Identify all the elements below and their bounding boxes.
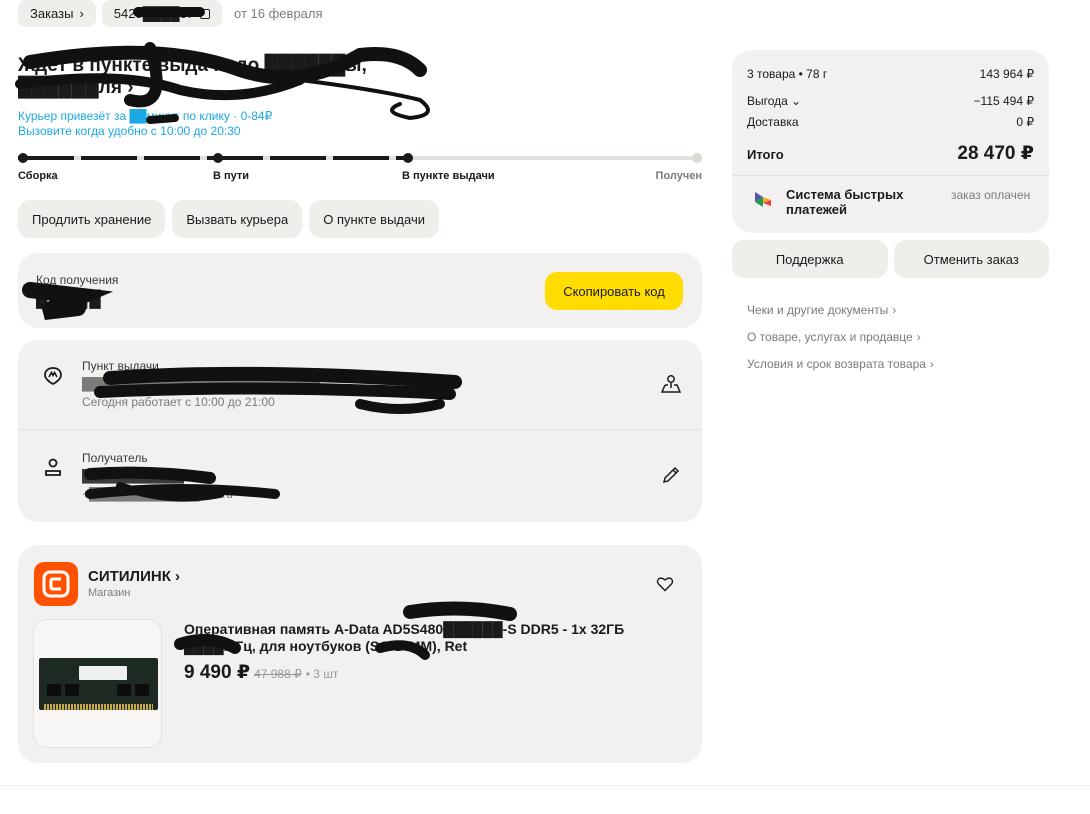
order-number: 5425████67 [113,6,195,21]
cancel-order-button[interactable]: Отменить заказ [893,240,1049,278]
delivery-progress-bar [18,150,702,166]
recipient-row[interactable]: Получатель ████████████ +█████████████de… [18,431,702,521]
product-price: 9 490 ₽ 47 988 ₽ • 3 шт [184,661,338,684]
summary-items-label: 3 товара • 78 г [747,67,828,81]
sbp-logo-icon [755,192,771,207]
price-old: 47 988 ₽ [254,667,302,681]
step-label: В пути [213,170,250,182]
summary-total-label: Итого [747,147,784,162]
summary-benefit-row[interactable]: Выгода ⌄ −115 494 ₽ [747,94,1034,108]
recipient-label: Получатель [82,451,148,465]
ram-chip [135,684,149,696]
chevron-right-icon: › [916,329,921,344]
footer-divider [0,785,1090,786]
order-status-title[interactable]: Ждёт в пункте выдачи до ██████ы, ██████л… [18,55,448,99]
copy-code-button[interactable]: Скопировать код [545,272,683,310]
payment-method-name: Система быстрых платежей [786,187,904,217]
progress-dot-assembly [18,153,28,163]
price-current: 9 490 ₽ [184,662,251,683]
ram-chip [65,684,79,696]
courier-info: Курьер привезёт за ██минут по клику · 0-… [18,109,272,139]
ram-chip [47,684,61,696]
recipient-contact: +█████████████dex.ru [82,487,233,501]
progress-dot-in-transit [213,153,223,163]
summary-total-row: Итого 28 470 ₽ [747,142,1034,165]
product-title[interactable]: Оперативная память A-Data AD5S480██████-… [184,621,654,655]
call-courier-button[interactable]: Вызвать курьера [172,200,303,238]
pickup-point-label: Пункт выдачи [82,359,159,373]
summary-benefit-label: Выгода ⌄ [747,94,802,108]
summary-divider [732,175,1049,176]
edit-pencil-icon[interactable] [660,464,682,486]
receipt-code-card: Код получения █████ Скопировать код [18,253,702,328]
pickup-point-icon [44,367,62,386]
info-links: Чеки и другие документы › О товаре, услуг… [747,296,934,377]
order-actions: Продлить хранение Вызвать курьера О пунк… [18,200,439,238]
documents-link[interactable]: Чеки и другие документы › [747,296,934,323]
receipt-code-label: Код получения [36,273,119,287]
progress-dot-at-pickup [403,153,413,163]
chevron-right-icon: › [892,302,897,317]
summary-delivery-row: Доставка 0 ₽ [747,115,1034,129]
chevron-right-icon: › [929,356,934,371]
delivery-info-card: Пункт выдачи ███████████████████████████… [18,340,702,522]
step-label: Получен [655,170,702,182]
order-date: от 16 февраля [234,6,323,21]
citilink-logo-icon[interactable] [34,562,78,606]
summary-total-value: 28 470 ₽ [957,143,1034,164]
orders-breadcrumb-button[interactable]: Заказы › [18,0,96,27]
progress-step-labels: Сборка В пути В пункте выдачи Получен [18,170,702,184]
user-icon [45,458,61,476]
chevron-right-icon: › [127,77,134,98]
heart-icon[interactable] [656,575,674,593]
ram-module-image [39,658,158,710]
chevron-down-icon: ⌄ [791,94,802,108]
chevron-right-icon: › [79,6,84,21]
step-label: В пункте выдачи [402,170,495,182]
payment-status: заказ оплачен [951,188,1031,202]
product-image[interactable] [33,619,162,748]
recipient-name: ████████████ [82,469,185,483]
extend-storage-button[interactable]: Продлить хранение [18,200,166,238]
order-number-button[interactable]: 5425████67 [101,0,223,27]
summary-items-row: 3 товара • 78 г 143 964 ₽ [747,67,1034,81]
pickup-point-row[interactable]: Пункт выдачи ███████████████████████████… [18,340,702,430]
shop-type: Магазин [88,587,131,599]
summary-items-value: 143 964 ₽ [979,67,1034,81]
side-actions: Поддержка Отменить заказ [732,240,1049,278]
product-quantity: • 3 шт [305,667,339,681]
map-person-icon[interactable] [660,373,682,395]
step-label: Сборка [18,170,58,182]
ram-chip [117,684,131,696]
ram-pins [44,704,153,710]
shop-card: СИТИЛИНК › Магазин Оперативная память A-… [18,545,702,763]
copy-icon [200,8,211,19]
shop-name-link[interactable]: СИТИЛИНК › [88,568,180,585]
summary-delivery-label: Доставка [747,115,799,129]
order-summary-card: 3 товара • 78 г 143 964 ₽ Выгода ⌄ −115 … [732,50,1049,233]
orders-breadcrumb-label: Заказы [30,6,74,21]
pickup-point-hours: Сегодня работает с 10:00 до 21:00 [82,395,275,409]
courier-time-line: Вызовите когда удобно с 10:00 до 20:30 [18,124,241,138]
product-seller-info-link[interactable]: О товаре, услугах и продавце › [747,323,934,350]
receipt-code-value: █████ [36,291,103,308]
return-policy-link[interactable]: Условия и срок возврата товара › [747,350,934,377]
progress-dot-received [692,153,702,163]
breadcrumb: Заказы › 5425████67 от 16 февраля [18,0,323,27]
ram-sticker [79,666,127,680]
summary-benefit-value: −115 494 ₽ [973,94,1034,108]
about-pickup-button[interactable]: О пункте выдачи [309,200,439,238]
shop-logo-mark [42,570,70,598]
support-button[interactable]: Поддержка [732,240,888,278]
chevron-right-icon: › [175,568,181,585]
pickup-point-address: ████████████████████████████ [82,377,321,391]
summary-delivery-value: 0 ₽ [1016,115,1034,129]
courier-price-line: Курьер привезёт за ██минут по клику · 0-… [18,109,273,123]
